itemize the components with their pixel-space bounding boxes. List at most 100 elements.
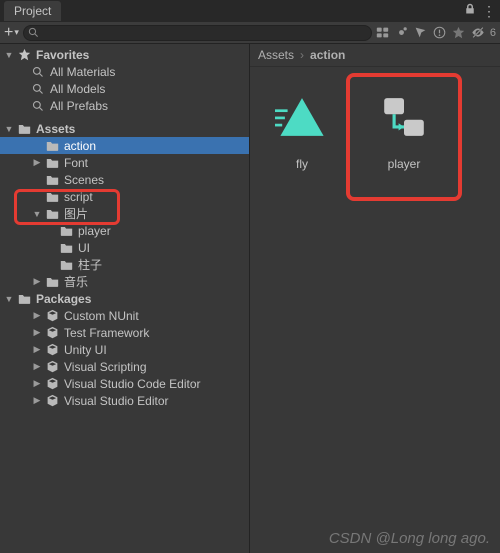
package-icon	[45, 377, 59, 391]
assets-label: Assets	[34, 122, 75, 136]
fold-icon[interactable]	[4, 294, 14, 304]
fold-icon[interactable]	[32, 209, 42, 219]
tree-row-label: Visual Studio Editor	[62, 394, 169, 408]
tree-row[interactable]: Visual Studio Editor	[0, 392, 249, 409]
tree-row[interactable]: script	[0, 188, 249, 205]
asset-item-player[interactable]: player	[362, 85, 446, 171]
search-input[interactable]	[43, 27, 367, 39]
folder-icon	[59, 241, 73, 255]
search-field[interactable]	[23, 25, 372, 41]
tree-row-label: 图片	[62, 205, 88, 222]
project-tree: Favorites All Materials All Models All P…	[0, 44, 250, 553]
lock-icon[interactable]	[464, 3, 476, 20]
tree-row[interactable]: Test Framework	[0, 324, 249, 341]
asset-label: fly	[296, 157, 308, 171]
toolbar: +▾ 6	[0, 22, 500, 44]
favorite-item[interactable]: All Prefabs	[0, 97, 249, 114]
tree-row-label: Visual Studio Code Editor	[62, 377, 201, 391]
animation-clip-icon	[270, 85, 334, 149]
packages-label: Packages	[34, 292, 91, 306]
search-icon	[31, 65, 45, 79]
filter-by-label-icon[interactable]	[395, 26, 409, 40]
tree-row-label: UI	[76, 241, 90, 255]
package-icon	[45, 343, 59, 357]
folder-icon	[45, 139, 59, 153]
tree-row-label: Test Framework	[62, 326, 149, 340]
tree-row[interactable]: 音乐	[0, 273, 249, 290]
assets-header[interactable]: Assets	[0, 120, 249, 137]
menu-dots-icon[interactable]: ⋮	[482, 3, 496, 20]
search-icon	[31, 99, 45, 113]
animator-controller-icon	[372, 85, 436, 149]
folder-icon	[17, 292, 31, 306]
package-icon	[45, 326, 59, 340]
package-icon	[45, 360, 59, 374]
tree-row-label: Custom NUnit	[62, 309, 139, 323]
fold-icon[interactable]	[32, 327, 42, 338]
warning-icon[interactable]	[433, 26, 447, 40]
fold-icon[interactable]	[32, 361, 42, 372]
fold-icon[interactable]	[32, 276, 42, 287]
filter-by-type-icon[interactable]	[376, 26, 390, 40]
package-icon	[45, 394, 59, 408]
favorites-label: Favorites	[34, 48, 89, 62]
fold-icon[interactable]	[32, 310, 42, 321]
tree-row[interactable]: Scenes	[0, 171, 249, 188]
chevron-right-icon: ›	[300, 48, 304, 62]
tree-row-label: Unity UI	[62, 343, 107, 357]
hidden-icon[interactable]	[471, 26, 485, 40]
favorites-header[interactable]: Favorites	[0, 46, 249, 63]
tree-row[interactable]: Unity UI	[0, 341, 249, 358]
fold-icon[interactable]	[32, 395, 42, 406]
tree-row[interactable]: action	[0, 137, 249, 154]
folder-icon	[45, 156, 59, 170]
folder-icon	[17, 122, 31, 136]
watermark: CSDN @Long long ago.	[250, 524, 500, 553]
tab-bar: Project ⋮	[0, 0, 500, 22]
tree-row[interactable]: UI	[0, 239, 249, 256]
breadcrumb: Assets › action	[250, 44, 500, 67]
tree-row-label: 柱子	[76, 256, 102, 273]
tree-row-label: action	[62, 139, 96, 153]
tree-row-label: player	[76, 224, 111, 238]
tree-row-label: Scenes	[62, 173, 104, 187]
tree-row[interactable]: Custom NUnit	[0, 307, 249, 324]
project-tab[interactable]: Project	[4, 1, 61, 21]
hidden-count: 6	[490, 27, 496, 39]
favorite-item[interactable]: All Models	[0, 80, 249, 97]
fold-icon[interactable]	[4, 124, 14, 134]
asset-label: player	[388, 157, 421, 171]
tree-row[interactable]: 图片	[0, 205, 249, 222]
folder-icon	[45, 173, 59, 187]
breadcrumb-root[interactable]: Assets	[258, 48, 294, 62]
packages-header[interactable]: Packages	[0, 290, 249, 307]
save-filter-icon[interactable]	[414, 26, 428, 40]
folder-icon	[45, 190, 59, 204]
asset-grid: fly player	[250, 67, 500, 524]
tree-row[interactable]: 柱子	[0, 256, 249, 273]
star-icon[interactable]	[452, 26, 466, 40]
tree-row-label: script	[62, 190, 93, 204]
tree-row[interactable]: Visual Scripting	[0, 358, 249, 375]
breadcrumb-current[interactable]: action	[310, 48, 345, 62]
search-icon	[31, 82, 45, 96]
favorite-item[interactable]: All Materials	[0, 63, 249, 80]
tree-row-label: Visual Scripting	[62, 360, 147, 374]
create-menu-button[interactable]: +▾	[4, 24, 19, 42]
tree-row[interactable]: Font	[0, 154, 249, 171]
folder-icon	[45, 207, 59, 221]
folder-icon	[59, 224, 73, 238]
package-icon	[45, 309, 59, 323]
tree-row[interactable]: player	[0, 222, 249, 239]
tree-row[interactable]: Visual Studio Code Editor	[0, 375, 249, 392]
search-icon	[28, 27, 39, 38]
fold-icon[interactable]	[32, 344, 42, 355]
tab-title: Project	[14, 4, 51, 18]
fold-icon[interactable]	[32, 378, 42, 389]
chevron-down-icon: ▾	[14, 27, 19, 38]
plus-icon: +	[4, 24, 13, 42]
asset-item-fly[interactable]: fly	[260, 85, 344, 171]
fold-icon[interactable]	[32, 157, 42, 168]
star-icon	[17, 48, 31, 62]
fold-icon[interactable]	[4, 50, 14, 60]
